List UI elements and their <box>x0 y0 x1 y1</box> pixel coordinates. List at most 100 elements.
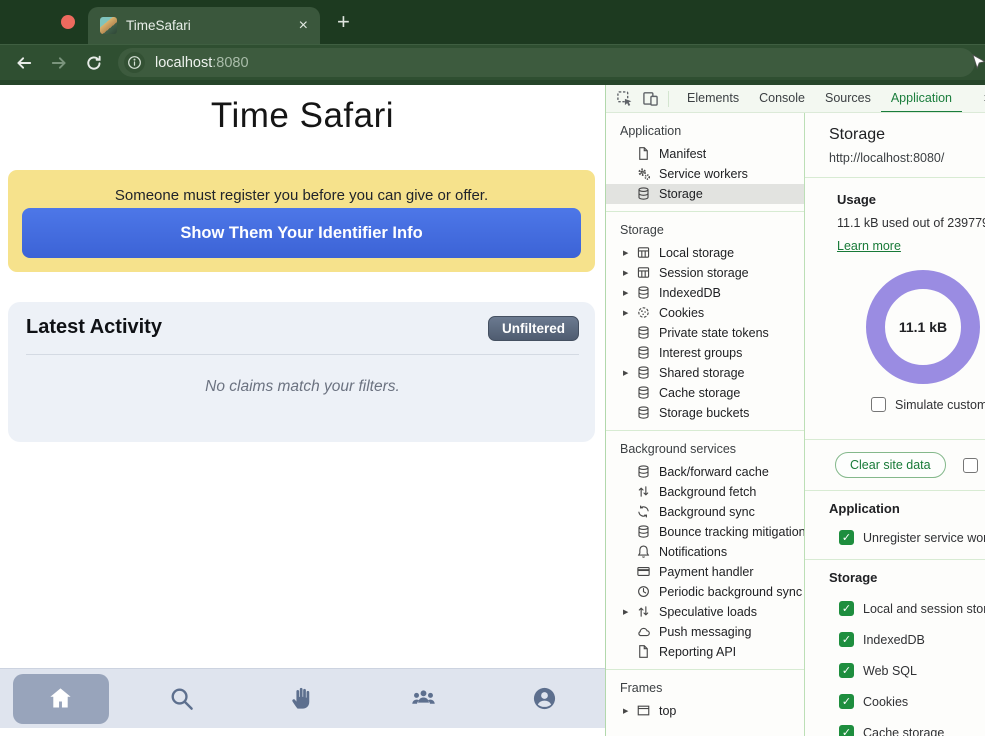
unfiltered-button[interactable]: Unfiltered <box>488 316 579 341</box>
cloud-icon <box>636 624 652 640</box>
devtools-tab-application[interactable]: Application <box>881 85 962 113</box>
devtools-tab-sources[interactable]: Sources <box>815 85 881 113</box>
application-section-heading: Application <box>829 501 985 516</box>
sidebar-item-push-messaging[interactable]: Push messaging <box>606 622 804 642</box>
devtools-tab-console[interactable]: Console <box>749 85 815 113</box>
url-port: :8080 <box>212 55 248 71</box>
checkbox-label: Web SQL <box>863 664 917 678</box>
sidebar-item-label: top <box>659 704 676 718</box>
site-info-icon[interactable] <box>124 52 145 73</box>
sidebar-item-manifest[interactable]: Manifest <box>606 144 804 164</box>
include-third-party-checkbox[interactable] <box>963 458 978 473</box>
expander-icon[interactable]: ▶ <box>623 707 636 715</box>
sidebar-item-label: Manifest <box>659 147 706 161</box>
nav-slot <box>242 669 363 728</box>
sidebar-item-back-forward-cache[interactable]: Back/forward cache <box>606 462 804 482</box>
sidebar-section-title: Storage <box>606 216 804 243</box>
clear-site-data-button[interactable]: Clear site data <box>835 452 946 478</box>
sidebar-item-storage[interactable]: Storage <box>606 184 804 204</box>
sidebar-item-top[interactable]: ▶ top <box>606 701 804 721</box>
back-icon[interactable] <box>14 53 34 73</box>
sidebar-item-background-fetch[interactable]: Background fetch <box>606 482 804 502</box>
storage-checkbox-indexeddb[interactable] <box>839 632 854 647</box>
nav-profile-button[interactable] <box>531 685 558 712</box>
sidebar-item-storage-buckets[interactable]: Storage buckets <box>606 403 804 423</box>
tab-close-icon[interactable]: × <box>299 18 308 34</box>
sidebar-item-label: Background sync <box>659 505 755 519</box>
usage-heading: Usage <box>837 192 985 207</box>
device-toolbar-icon[interactable] <box>642 90 660 108</box>
storage-row-cache-storage: Cache storage <box>839 725 985 736</box>
devtools-tab-elements[interactable]: Elements <box>677 85 749 113</box>
new-tab-button[interactable]: + <box>337 9 350 35</box>
activity-divider <box>26 354 579 355</box>
sidebar-item-indexeddb[interactable]: ▶IndexedDB <box>606 283 804 303</box>
close-window-button[interactable] <box>61 15 75 29</box>
cookie-icon <box>636 305 652 321</box>
db-icon <box>636 524 652 540</box>
sidebar-item-notifications[interactable]: Notifications <box>606 542 804 562</box>
db-icon <box>636 405 652 421</box>
storage-checkboxes: Local and session storIndexedDBWeb SQLCo… <box>829 601 985 736</box>
checkbox-label: IndexedDB <box>863 633 925 647</box>
sidebar-item-label: Shared storage <box>659 366 744 380</box>
sidebar-item-periodic-background-sync[interactable]: Periodic background sync <box>606 582 804 602</box>
sidebar-item-cache-storage[interactable]: Cache storage <box>606 383 804 403</box>
bell-icon <box>636 544 652 560</box>
sidebar-item-label: Cache storage <box>659 386 740 400</box>
expander-icon[interactable]: ▶ <box>623 269 636 277</box>
panel-origin: http://localhost:8080/ <box>829 151 985 165</box>
expander-icon[interactable]: ▶ <box>623 309 636 317</box>
registration-alert: Someone must register you before you can… <box>8 170 595 272</box>
expander-icon[interactable]: ▶ <box>623 289 636 297</box>
sidebar-item-service-workers[interactable]: Service workers <box>606 164 804 184</box>
devtools-sidebar: ApplicationManifestService workersStorag… <box>606 113 805 736</box>
expander-icon[interactable]: ▶ <box>623 369 636 377</box>
storage-checkbox-web-sql[interactable] <box>839 663 854 678</box>
nav-hand-button[interactable] <box>289 685 316 712</box>
nav-search-button[interactable] <box>168 685 195 712</box>
sidebar-item-local-storage[interactable]: ▶Local storage <box>606 243 804 263</box>
storage-checkbox-cookies[interactable] <box>839 694 854 709</box>
storage-section-heading: Storage <box>829 570 985 585</box>
sidebar-item-label: Bounce tracking mitigation <box>659 525 804 539</box>
sidebar-item-shared-storage[interactable]: ▶ Shared storage <box>606 363 804 383</box>
alert-message: Someone must register you before you can… <box>8 187 595 204</box>
sidebar-item-private-state-tokens[interactable]: Private state tokens <box>606 323 804 343</box>
browser-window: TimeSafari × + localhost:8080 Time Safar… <box>0 0 985 736</box>
updown-icon <box>636 484 652 500</box>
clock-icon <box>636 584 652 600</box>
nav-people-button[interactable] <box>410 685 437 712</box>
sidebar-item-reporting-api[interactable]: Reporting API <box>606 642 804 662</box>
nav-home-button[interactable] <box>13 674 109 724</box>
address-bar[interactable]: localhost:8080 <box>118 48 975 77</box>
sidebar-item-interest-groups[interactable]: Interest groups <box>606 343 804 363</box>
sidebar-item-background-sync[interactable]: Background sync <box>606 502 804 522</box>
application-checkbox-unregister-service-wor[interactable] <box>839 530 854 545</box>
sidebar-section-storage: Storage▶Local storage▶Session storage▶In… <box>606 212 804 431</box>
mouse-cursor <box>972 54 985 76</box>
page-content: Time Safari Someone must register you be… <box>0 85 605 736</box>
expander-icon[interactable]: ▶ <box>623 249 636 257</box>
learn-more-link[interactable]: Learn more <box>837 239 901 253</box>
db-icon <box>636 345 652 361</box>
checkbox-label: Cookies <box>863 695 908 709</box>
storage-checkbox-local-and-session-stor[interactable] <box>839 601 854 616</box>
simulate-quota-checkbox[interactable] <box>871 397 886 412</box>
sidebar-item-speculative-loads[interactable]: ▶Speculative loads <box>606 602 804 622</box>
storage-checkbox-cache-storage[interactable] <box>839 725 854 736</box>
reload-icon[interactable] <box>84 53 104 73</box>
card-icon <box>636 564 652 580</box>
forward-icon[interactable] <box>49 53 69 73</box>
inspect-element-icon[interactable] <box>616 90 634 108</box>
application-row-unregister-service-wor: Unregister service wor <box>839 530 985 545</box>
sidebar-item-bounce-tracking-mitigation[interactable]: Bounce tracking mitigation <box>606 522 804 542</box>
bottom-navigation <box>0 668 605 728</box>
browser-tab[interactable]: TimeSafari × <box>88 7 320 44</box>
show-identifier-button[interactable]: Show Them Your Identifier Info <box>22 208 581 258</box>
panel-title: Storage <box>829 126 985 144</box>
sidebar-item-session-storage[interactable]: ▶Session storage <box>606 263 804 283</box>
sidebar-item-cookies[interactable]: ▶Cookies <box>606 303 804 323</box>
sidebar-item-payment-handler[interactable]: Payment handler <box>606 562 804 582</box>
expander-icon[interactable]: ▶ <box>623 608 636 616</box>
